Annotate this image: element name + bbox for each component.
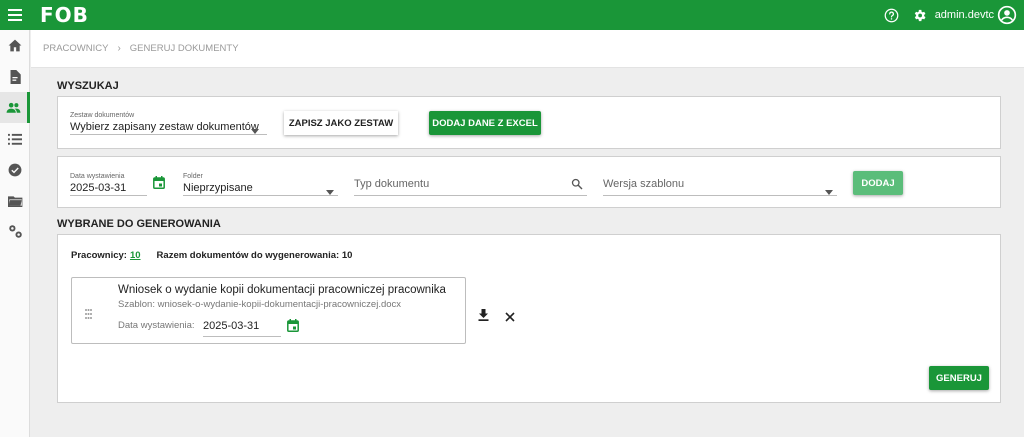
chevron-right-icon: ›: [117, 43, 121, 54]
document-icon: [10, 69, 21, 84]
sidebar-item-folders[interactable]: [0, 185, 30, 216]
breadcrumb-employees[interactable]: PRACOWNICY: [43, 43, 108, 54]
sidebar-item-tasks[interactable]: [0, 154, 30, 185]
employees-label: Pracownicy:: [71, 250, 127, 261]
folder-value: Nieprzypisane: [183, 182, 253, 194]
add-excel-data-button[interactable]: DODAJ DANE Z EXCEL: [429, 111, 541, 135]
template-version-placeholder: Wersja szablonu: [603, 178, 685, 190]
generate-button[interactable]: GENERUJ: [929, 366, 989, 390]
issue-date-value: 2025-03-31: [70, 182, 127, 194]
document-set-label: Zestaw dokumentów: [70, 112, 135, 119]
home-icon: [8, 39, 22, 52]
gear-icon[interactable]: [909, 0, 931, 30]
add-button[interactable]: DODAJ: [853, 171, 903, 195]
search-icon[interactable]: [571, 177, 583, 195]
check-circle-icon: [8, 163, 22, 176]
people-icon: [6, 102, 21, 113]
folder-label: Folder: [183, 173, 203, 180]
list-icon: [8, 133, 22, 145]
sidebar-item-home[interactable]: [0, 30, 30, 61]
folder-icon: [7, 195, 22, 207]
sidebar-item-settings[interactable]: [0, 216, 30, 247]
document-set-value: Wybierz zapisany zestaw dokumentów: [70, 121, 259, 133]
dropdown-arrow-icon: [825, 182, 833, 200]
document-title: Wniosek o wydanie kopii dokumentacji pra…: [118, 284, 446, 296]
calendar-icon[interactable]: [287, 319, 299, 337]
top-app-bar: FOB admin.devtc: [0, 0, 1024, 30]
save-as-set-button[interactable]: ZAPISZ JAKO ZESTAW: [284, 111, 398, 135]
breadcrumb-generate-documents: GENERUJ DOKUMENTY: [129, 43, 239, 54]
settings-icon: [8, 225, 22, 238]
calendar-icon[interactable]: [153, 176, 165, 194]
template-version-select[interactable]: Wersja szablonu: [603, 171, 837, 196]
document-date-value: 2025-03-31: [203, 320, 260, 332]
account-icon[interactable]: [996, 0, 1018, 30]
document-filter-panel: Data wystawienia 2025-03-31 Folder Niepr…: [57, 156, 1001, 208]
issue-date-label: Data wystawienia: [70, 173, 125, 180]
document-template: Szablon: wniosek-o-wydanie-kopii-dokumen…: [118, 299, 402, 310]
menu-icon[interactable]: [0, 0, 30, 30]
sidebar: [0, 30, 30, 437]
document-date-field[interactable]: 2025-03-31: [203, 318, 281, 337]
close-icon[interactable]: [505, 309, 515, 327]
app-logo[interactable]: FOB: [40, 3, 89, 27]
selected-section-title: WYBRANE DO GENEROWANIA: [57, 218, 221, 230]
document-type-input[interactable]: Typ dokumentu: [354, 171, 587, 196]
document-set-panel: Zestaw dokumentów Wybierz zapisany zesta…: [57, 96, 1001, 149]
breadcrumb: PRACOWNICY › GENERUJ DOKUMENTY: [31, 30, 1024, 68]
sidebar-item-list[interactable]: [0, 123, 30, 154]
issue-date-field[interactable]: Data wystawienia 2025-03-31: [70, 171, 147, 196]
sidebar-item-documents[interactable]: [0, 61, 30, 92]
sidebar-item-employees[interactable]: [0, 92, 30, 123]
summary-stats: Pracownicy: 10 Razem dokumentów do wygen…: [71, 250, 352, 261]
drag-handle-icon[interactable]: [85, 306, 92, 324]
employees-count-link[interactable]: 10: [130, 250, 141, 261]
document-date-label: Data wystawienia:: [118, 320, 195, 331]
selected-documents-panel: Pracownicy: 10 Razem dokumentów do wygen…: [57, 234, 1001, 403]
dropdown-arrow-icon: [251, 121, 259, 139]
document-card: Wniosek o wydanie kopii dokumentacji pra…: [71, 277, 466, 344]
total-documents-text: Razem dokumentów do wygenerowania: 10: [156, 250, 353, 261]
folder-select[interactable]: Folder Nieprzypisane: [183, 171, 338, 196]
dropdown-arrow-icon: [326, 182, 334, 200]
document-set-select[interactable]: Zestaw dokumentów Wybierz zapisany zesta…: [70, 110, 267, 135]
username[interactable]: admin.devtc: [935, 9, 994, 21]
download-icon[interactable]: [478, 308, 489, 326]
help-icon[interactable]: [881, 0, 903, 30]
document-type-placeholder: Typ dokumentu: [354, 178, 430, 190]
search-section-title: WYSZUKAJ: [57, 80, 119, 92]
